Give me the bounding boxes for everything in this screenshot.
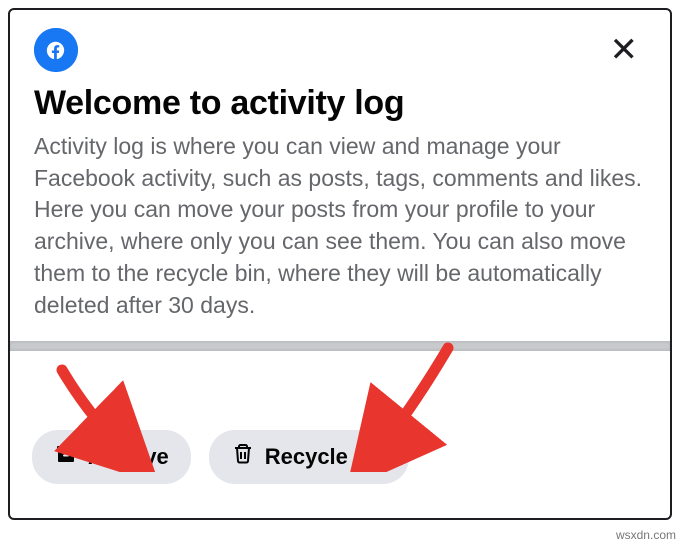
archive-button-label: Archive [88,444,169,470]
facebook-logo-icon [34,28,78,72]
trash-icon [231,442,255,472]
button-row: Archive Recycle bin [10,406,431,508]
activity-log-dialog: ✕ Welcome to activity log Activity log i… [8,8,672,520]
dialog-title: Welcome to activity log [10,76,670,131]
recycle-bin-button[interactable]: Recycle bin [209,430,409,484]
archive-icon [54,442,78,472]
recycle-bin-button-label: Recycle bin [265,444,387,470]
dialog-header: ✕ [10,10,670,76]
section-divider [10,341,670,351]
archive-button[interactable]: Archive [32,430,191,484]
watermark-text: wsxdn.com [616,528,676,542]
close-icon[interactable]: ✕ [602,29,647,71]
dialog-description: Activity log is where you can view and m… [10,131,670,341]
